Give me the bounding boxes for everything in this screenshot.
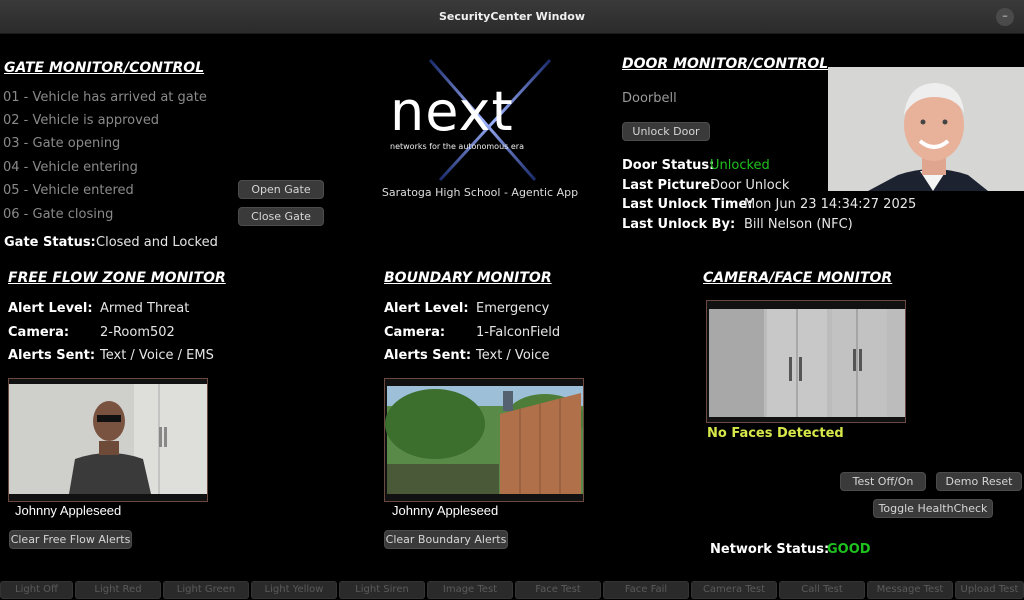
test-button-bar: Light Off Light Red Light Green Light Ye… [0,580,1024,600]
call-test-button[interactable]: Call Test [779,581,865,599]
face-fail-button[interactable]: Face Fail [603,581,689,599]
freeflow-sent-label: Alerts Sent: [8,348,96,363]
unlock-door-button[interactable]: Unlock Door [622,122,710,141]
freeflow-caption: Johnny Appleseed [15,503,122,518]
demo-reset-button[interactable]: Demo Reset [936,472,1022,491]
window-title: SecurityCenter Window [438,10,586,23]
freeflow-alert-value: Armed Threat [100,301,190,316]
camera-frame-image [9,379,207,501]
last-unlock-time-value: Mon Jun 23 14:34:27 2025 [744,197,917,212]
boundary-alert-value: Emergency [476,301,550,316]
gate-status-value: Closed and Locked [96,235,218,250]
door-section-title: DOOR MONITOR/CONTROL [622,56,829,72]
image-test-button[interactable]: Image Test [427,581,513,599]
gate-step-2: 02 - Vehicle is approved [3,113,160,128]
boundary-caption: Johnny Appleseed [392,503,499,518]
minimize-button[interactable]: – [996,8,1014,26]
message-test-button[interactable]: Message Test [867,581,953,599]
last-picture-label: Last Picture: [622,178,716,193]
door-status-value: Unlocked [710,158,770,173]
logo-wordmark: next [390,80,514,143]
gate-step-4: 04 - Vehicle entering [3,160,138,175]
doorbell-label: Doorbell [622,91,677,106]
gate-step-6: 06 - Gate closing [3,207,114,222]
light-red-button[interactable]: Light Red [75,581,161,599]
door-last-picture [828,67,1024,191]
gate-step-3: 03 - Gate opening [3,136,121,151]
clear-boundary-alerts-button[interactable]: Clear Boundary Alerts [384,530,508,549]
network-status-value: GOOD [827,542,871,557]
close-gate-button[interactable]: Close Gate [238,207,324,226]
person-photo-icon [828,67,1024,191]
last-unlock-by-label: Last Unlock By: [622,217,736,232]
freeflow-camera-feed [8,378,208,502]
freeflow-alert-label: Alert Level: [8,301,93,316]
window-titlebar: SecurityCenter Window – [0,0,1024,34]
boundary-alert-label: Alert Level: [384,301,469,316]
camera-test-button[interactable]: Camera Test [691,581,777,599]
freeflow-camera-label: Camera: [8,325,70,340]
open-gate-button[interactable]: Open Gate [238,180,324,199]
door-status-label: Door Status: [622,158,715,173]
freeflow-sent-value: Text / Voice / EMS [100,348,214,363]
camera-frame-image [385,379,583,501]
network-status-label: Network Status: [710,542,830,557]
gate-step-1: 01 - Vehicle has arrived at gate [3,90,207,105]
boundary-section-title: BOUNDARY MONITOR [384,270,552,286]
last-unlock-by-value: Bill Nelson (NFC) [744,217,853,232]
boundary-camera-feed [384,378,584,502]
light-yellow-button[interactable]: Light Yellow [251,581,337,599]
light-off-button[interactable]: Light Off [0,581,73,599]
logo-tagline: networks for the autonomous era [390,142,524,151]
light-green-button[interactable]: Light Green [163,581,249,599]
last-picture-value: Door Unlock [710,178,790,193]
app-subtitle: Saratoga High School - Agentic App [381,186,579,199]
camera-frame-image [707,301,905,422]
gate-section-title: GATE MONITOR/CONTROL [4,60,205,76]
next-logo: next networks for the autonomous era [385,58,585,183]
clear-freeflow-alerts-button[interactable]: Clear Free Flow Alerts [9,530,132,549]
camera-section-title: CAMERA/FACE MONITOR [703,270,893,286]
last-unlock-time-label: Last Unlock Time: [622,197,753,212]
gate-step-5: 05 - Vehicle entered [3,183,134,198]
freeflow-section-title: FREE FLOW ZONE MONITOR [8,270,226,286]
face-test-button[interactable]: Face Test [515,581,601,599]
boundary-camera-value: 1-FalconField [476,325,561,340]
face-detection-status: No Faces Detected [707,426,844,441]
boundary-camera-label: Camera: [384,325,446,340]
face-camera-feed [706,300,906,423]
upload-test-button[interactable]: Upload Test [955,581,1024,599]
gate-status-label: Gate Status: [4,235,96,250]
toggle-healthcheck-button[interactable]: Toggle HealthCheck [873,499,993,518]
boundary-sent-label: Alerts Sent: [384,348,472,363]
test-toggle-button[interactable]: Test Off/On [840,472,926,491]
boundary-sent-value: Text / Voice [476,348,550,363]
freeflow-camera-value: 2-Room502 [100,325,175,340]
light-siren-button[interactable]: Light Siren [339,581,425,599]
